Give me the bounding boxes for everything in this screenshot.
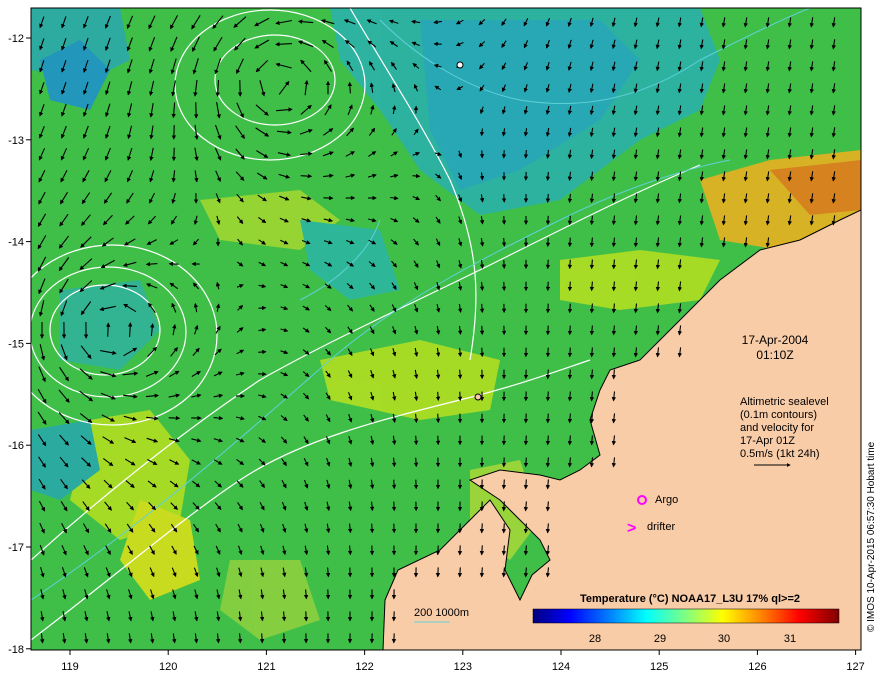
x-tick-label: 119 bbox=[61, 661, 79, 673]
x-tick-label: 126 bbox=[748, 661, 766, 673]
velocity-arrow bbox=[435, 391, 441, 402]
velocity-arrow bbox=[523, 457, 529, 468]
velocity-arrow bbox=[412, 173, 421, 179]
x-tick-label: 120 bbox=[159, 661, 177, 673]
info-line: (0.1m contours) bbox=[740, 409, 817, 421]
velocity-arrow bbox=[501, 523, 507, 534]
velocity-arrow bbox=[545, 369, 551, 380]
velocity-arrow bbox=[545, 193, 551, 203]
velocity-arrow bbox=[567, 347, 573, 358]
credit-text: © IMOS 10-Apr-2015 06:57:30 Hobart time bbox=[866, 441, 877, 632]
y-tick-label: -16 bbox=[8, 440, 24, 452]
y-tick-label: -18 bbox=[8, 644, 24, 656]
velocity-arrow bbox=[501, 237, 507, 247]
x-axis: 119 120 121 122 123 124 125 126 127 bbox=[61, 650, 865, 673]
velocity-arrow bbox=[435, 413, 441, 424]
info-line: 17-Apr 01Z bbox=[740, 435, 795, 447]
velocity-arrow bbox=[567, 369, 573, 380]
island-dot bbox=[474, 393, 482, 401]
colorbar-title: Temperature (°C) NOAA17_L3U 17% ql>=2 bbox=[580, 593, 800, 605]
y-tick-label: -12 bbox=[8, 33, 24, 45]
x-tick-label: 124 bbox=[552, 661, 570, 673]
velocity-arrow bbox=[567, 303, 573, 314]
velocity-arrow bbox=[545, 413, 551, 424]
info-line: and velocity for bbox=[740, 422, 814, 434]
colorbar-gradient bbox=[532, 608, 840, 624]
velocity-arrow bbox=[501, 501, 507, 512]
velocity-arrow bbox=[523, 479, 529, 490]
velocity-arrow bbox=[545, 435, 551, 446]
y-tick-label: -14 bbox=[8, 237, 24, 249]
x-tick-label: 122 bbox=[355, 661, 373, 673]
x-tick-label: 123 bbox=[454, 661, 472, 673]
velocity-arrow bbox=[258, 349, 267, 355]
velocity-arrow bbox=[391, 479, 397, 490]
velocity-arrow bbox=[457, 369, 463, 380]
velocity-arrow bbox=[479, 523, 485, 534]
island-dot bbox=[456, 61, 464, 69]
velocity-arrow bbox=[501, 479, 507, 490]
velocity-arrow bbox=[259, 633, 265, 644]
velocity-arrow bbox=[479, 567, 485, 578]
velocity-arrow bbox=[479, 303, 485, 314]
colorbar-tick: 28 bbox=[589, 633, 601, 645]
drifter-label: drifter bbox=[647, 521, 675, 533]
velocity-arrow bbox=[413, 435, 419, 446]
info-line: Altimetric sealevel bbox=[740, 396, 829, 408]
y-axis: -12 -13 -14 -15 -16 -17 -18 bbox=[8, 33, 31, 656]
velocity-arrow bbox=[523, 435, 529, 446]
argo-label: Argo bbox=[655, 494, 678, 506]
info-line: 0.5m/s (1kt 24h) bbox=[740, 448, 819, 460]
drifter-marker: > bbox=[627, 520, 636, 537]
colorbar-tick: 29 bbox=[654, 633, 666, 645]
velocity-arrow bbox=[567, 237, 573, 248]
colorbar-tick: 31 bbox=[784, 633, 796, 645]
velocity-arrow bbox=[413, 457, 419, 468]
velocity-arrow bbox=[258, 305, 267, 311]
velocity-arrow bbox=[567, 215, 573, 226]
x-tick-label: 125 bbox=[650, 661, 668, 673]
velocity-arrow bbox=[567, 259, 573, 270]
depth-legend-label: 200 1000m bbox=[414, 607, 469, 619]
velocity-arrow bbox=[545, 391, 551, 402]
x-tick-label: 121 bbox=[257, 661, 275, 673]
velocity-arrow bbox=[369, 523, 375, 534]
y-tick-label: -13 bbox=[8, 135, 24, 147]
colorbar-tick: 30 bbox=[718, 633, 730, 645]
velocity-arrow bbox=[105, 322, 111, 337]
y-tick-label: -15 bbox=[8, 338, 24, 350]
velocity-arrow bbox=[300, 173, 313, 179]
date-label: 17-Apr-2004 bbox=[742, 333, 809, 347]
velocity-arrow bbox=[457, 567, 463, 578]
velocity-arrow bbox=[567, 325, 573, 336]
time-label: 01:10Z bbox=[756, 348, 793, 362]
x-tick-label: 127 bbox=[846, 661, 864, 673]
y-tick-label: -17 bbox=[8, 542, 24, 554]
plot-area bbox=[31, 8, 861, 650]
ocean-temperature-map: 119 120 121 122 123 124 125 126 127 -12 -13 -14 -15… bbox=[8, 7, 877, 673]
velocity-arrow bbox=[567, 281, 573, 292]
velocity-arrow bbox=[479, 545, 485, 556]
